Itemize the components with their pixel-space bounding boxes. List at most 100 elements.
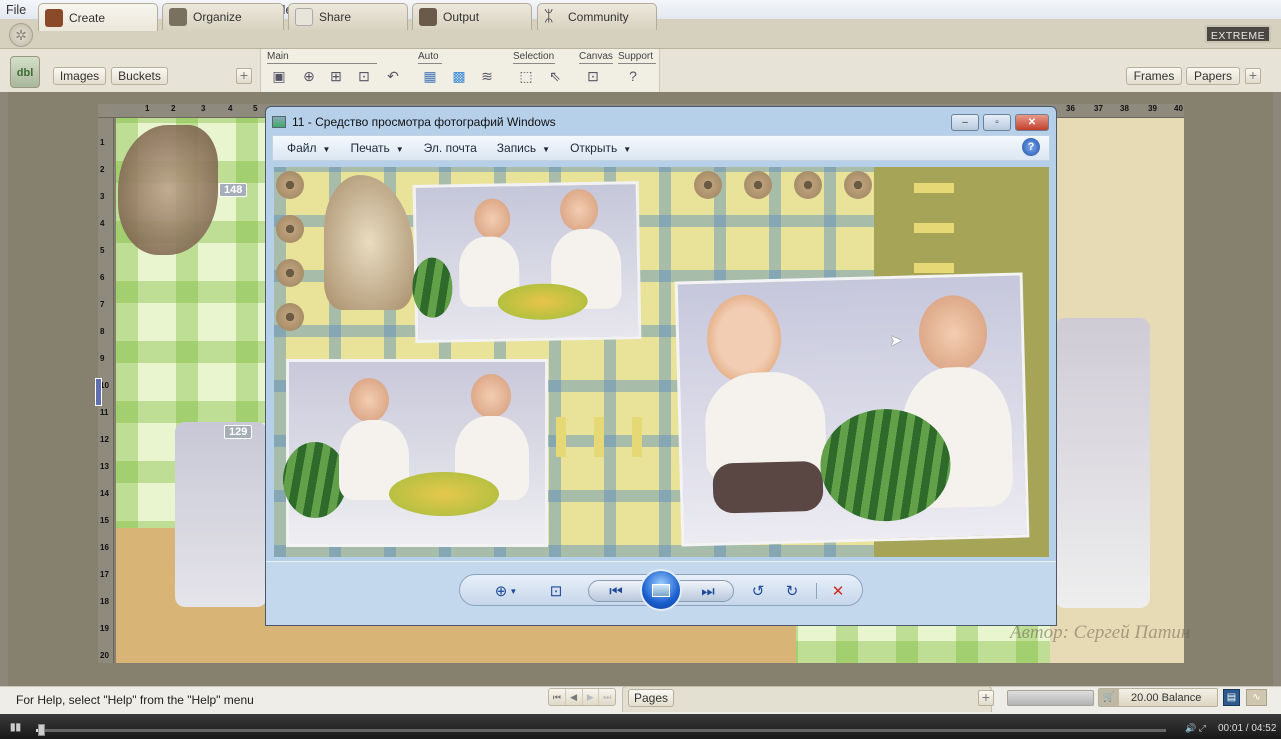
viewer-menu-file[interactable]: Файл ▼ [287, 141, 330, 155]
mouse-cursor-icon: ➤ [889, 332, 903, 350]
ruler-marker[interactable] [95, 378, 102, 406]
tab-community[interactable]: ᛯ Community [537, 3, 657, 30]
viewer-menu-burn[interactable]: Запись ▼ [497, 141, 550, 155]
ruler-label: 20 [100, 651, 109, 660]
organize-icon [169, 8, 187, 26]
add-frame-icon[interactable]: ⊞ [326, 66, 346, 86]
rotate-ccw-icon: ↺ [751, 583, 765, 600]
ruler-label: 36 [1066, 104, 1075, 113]
actual-size-button[interactable]: ⊡ [544, 579, 568, 603]
activity-icon[interactable]: ∿ [1246, 689, 1267, 706]
images-button[interactable]: Images [53, 67, 106, 85]
ruler-label: 8 [100, 327, 105, 336]
slideshow-button[interactable] [640, 569, 682, 611]
menu-label: Эл. почта [423, 141, 477, 155]
pause-icon[interactable]: ▮▮ [10, 722, 21, 733]
rotate-ccw-button[interactable]: ↺ [746, 579, 770, 603]
ruler-label: 5 [253, 104, 258, 113]
seek-handle[interactable] [37, 724, 45, 736]
prev-page-button[interactable]: ◀ [566, 689, 583, 705]
child-head [471, 374, 511, 418]
buckets-button[interactable]: Buckets [111, 67, 168, 85]
minimize-button[interactable]: ‒ [951, 114, 979, 131]
group-label-auto: Auto [418, 51, 442, 64]
app-logo[interactable]: dbl [10, 56, 40, 88]
photo-viewer-icon [272, 116, 286, 128]
control-bar: ⊕ ▼ ⊡ ⏮ ⏭ ↺ ↻ ✕ [459, 569, 863, 611]
first-page-button[interactable]: ⏮ [549, 689, 566, 705]
fruit-bowl [497, 282, 589, 321]
frames-button[interactable]: Frames [1126, 67, 1182, 85]
previous-icon: ⏮ [609, 582, 623, 600]
seek-bar[interactable] [36, 729, 1166, 732]
tab-label: Organize [193, 10, 242, 24]
ruler-label: 18 [100, 597, 109, 606]
video-player-bar [0, 714, 1281, 739]
volume-icon[interactable]: 🔊 ⤢ [1185, 723, 1206, 734]
rotate-cw-button[interactable]: ↻ [780, 579, 804, 603]
zoom-button[interactable]: ⊕ ▼ [488, 579, 524, 603]
flower-embellishment [844, 171, 872, 199]
canvas-fit-icon[interactable]: ⊡ [583, 66, 603, 86]
next-button[interactable]: ⏭ [693, 579, 723, 603]
displayed-image[interactable]: ➤ [274, 167, 1049, 557]
dropdown-arrow-icon: ▼ [542, 145, 551, 154]
auto-arrange-icon[interactable]: ≋ [477, 66, 497, 86]
undo-arrow-icon[interactable]: ↶ [383, 66, 403, 86]
auto-photo-icon[interactable]: ▩ [449, 66, 469, 86]
tab-organize[interactable]: Organize [162, 3, 284, 30]
help-icon[interactable]: ? [623, 66, 643, 86]
viewer-menu-email[interactable]: Эл. почта [424, 141, 477, 155]
dropdown-arrow-icon: ▼ [623, 145, 632, 154]
add-left-panel-button[interactable]: + [236, 68, 252, 84]
auto-layout-icon[interactable]: ▦ [420, 66, 440, 86]
balance-button[interactable]: 🛒 20.00 Balance [1098, 688, 1218, 707]
next-icon: ⏭ [701, 582, 715, 600]
horse-embellishment [324, 175, 414, 310]
viewer-title: 11 - Средство просмотра фотографий Windo… [292, 115, 556, 129]
photo-viewer-window: 11 - Средство просмотра фотографий Windo… [265, 106, 1057, 626]
close-button[interactable]: ✕ [1015, 114, 1049, 131]
ruler-label: 15 [100, 516, 109, 525]
home-button[interactable]: ✲ [9, 23, 33, 47]
add-right-panel-button[interactable]: + [1245, 68, 1261, 84]
flower-embellishment [276, 259, 304, 287]
embellishment-flower[interactable] [118, 125, 218, 255]
add-page-button[interactable]: + [978, 690, 994, 706]
tab-create[interactable]: Create [38, 3, 158, 31]
save-icon[interactable]: ▤ [1223, 689, 1240, 706]
next-page-button[interactable]: ▶ [583, 689, 600, 705]
cart-icon: 🛒 [1099, 689, 1119, 706]
help-icon[interactable]: ? [1022, 138, 1040, 156]
delete-icon: ✕ [831, 583, 845, 600]
tool-groups: Main ▣ ⊕ ⊞ ⊡ ↶ Auto ▦ ▩ ≋ Selection ⬚ ⇖ … [260, 49, 660, 92]
papers-button[interactable]: Papers [1186, 67, 1240, 85]
add-page-icon[interactable]: ⊕ [299, 66, 319, 86]
ruler-label: 4 [228, 104, 233, 113]
viewer-menu-open[interactable]: Открыть ▼ [570, 141, 631, 155]
photo-tool-icon[interactable]: ▣ [269, 66, 289, 86]
ruler-label: 11 [100, 408, 109, 417]
dropdown-arrow-icon: ▼ [395, 145, 404, 154]
maximize-button[interactable]: ▫ [983, 114, 1011, 131]
previous-button[interactable]: ⏮ [601, 579, 631, 603]
last-page-button[interactable]: ⏭ [599, 689, 615, 705]
zoom-slider[interactable] [1007, 690, 1094, 706]
ruler-label: 13 [100, 462, 109, 471]
viewer-menu-print[interactable]: Печать ▼ [350, 141, 403, 155]
crop-icon[interactable]: ⊡ [354, 66, 374, 86]
select-area-icon[interactable]: ⬚ [516, 66, 536, 86]
ruler-label: 9 [100, 354, 105, 363]
share-icon [295, 8, 313, 26]
dropdown-arrow-icon: ▼ [322, 145, 331, 154]
ruler-label: 1 [145, 104, 150, 113]
tab-share[interactable]: Share [288, 3, 408, 30]
pointer-icon[interactable]: ⇖ [545, 66, 565, 86]
canvas-photo[interactable] [1055, 318, 1150, 608]
delete-button[interactable]: ✕ [826, 579, 850, 603]
group-label-canvas: Canvas [579, 51, 613, 64]
menu-file[interactable]: File [6, 3, 26, 17]
pages-button[interactable]: Pages [628, 689, 674, 707]
canvas-photo[interactable] [175, 422, 267, 607]
tab-output[interactable]: Output [412, 3, 532, 30]
